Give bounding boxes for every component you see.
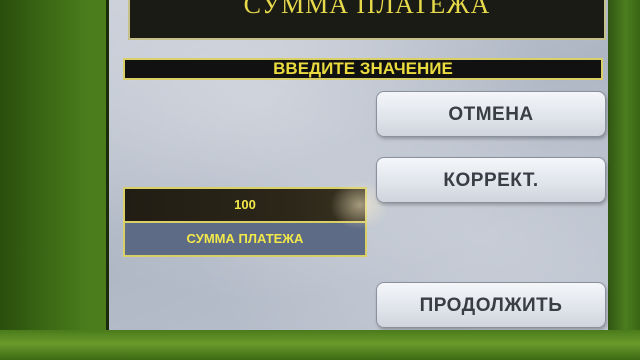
amount-input-field[interactable]: 100 [123,187,367,223]
terminal-bezel-right [604,0,640,360]
page-title: СУММА ПЛАТЕЖА [243,0,491,19]
input-prompt: ВВЕДИТЕ ЗНАЧЕНИЕ [123,58,603,80]
continue-button[interactable]: ПРОДОЛЖИТЬ [376,282,606,328]
page-title-banner: СУММА ПЛАТЕЖА [128,0,606,40]
correct-button[interactable]: КОРРЕКТ. [376,157,606,203]
terminal-bezel-bottom [0,330,640,360]
amount-field-label: СУММА ПЛАТЕЖА [123,223,367,257]
cancel-button[interactable]: ОТМЕНА [376,91,606,137]
